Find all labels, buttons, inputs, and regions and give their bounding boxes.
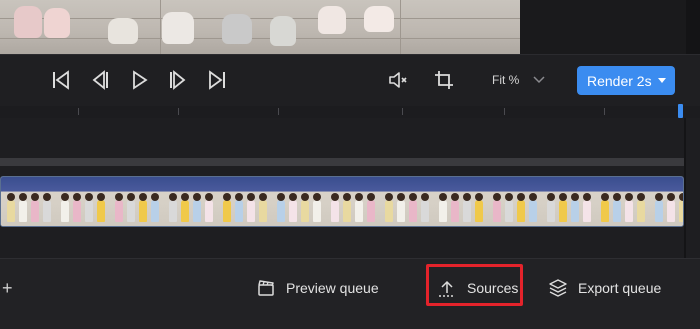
ruler-tick (604, 108, 605, 115)
preview-scroll-edge (686, 0, 700, 54)
ruler-tick (178, 108, 179, 115)
render-button-label: Render 2s (587, 72, 652, 89)
ruler-tick (402, 108, 403, 115)
preview-queue-label: Preview queue (286, 280, 379, 296)
step-forward-icon (170, 70, 186, 90)
ruler-tick (504, 108, 505, 115)
clapperboard-icon (258, 280, 274, 296)
add-button-label: + (2, 278, 13, 298)
clip-thumbnail (1, 177, 55, 226)
video-clip-track[interactable] (0, 176, 684, 227)
add-button[interactable]: + (2, 278, 13, 299)
clip-thumbnail (379, 177, 433, 226)
export-queue-button[interactable]: Export queue (548, 278, 661, 298)
clip-thumbnail (217, 177, 271, 226)
ruler-tick (78, 108, 79, 115)
step-back-button[interactable] (87, 67, 113, 93)
crop-button[interactable] (431, 67, 457, 93)
export-queue-label: Export queue (578, 280, 662, 296)
playhead-marker[interactable] (678, 104, 683, 118)
step-forward-button[interactable] (165, 67, 191, 93)
clip-thumbnail (163, 177, 217, 226)
chevron-down-icon[interactable] (532, 72, 546, 86)
timeline-ruler[interactable] (0, 106, 700, 118)
clip-thumbnail (433, 177, 487, 226)
clip-thumbnail (541, 177, 595, 226)
play-button[interactable] (126, 67, 152, 93)
zoom-fit-select[interactable]: Fit % (492, 73, 519, 87)
play-icon (133, 70, 148, 90)
skip-to-end-icon (209, 70, 225, 90)
timeline-scrollbar[interactable] (684, 118, 686, 258)
clip-thumbnail (109, 177, 163, 226)
clip-thumbnail (325, 177, 379, 226)
skip-to-end-button[interactable] (204, 67, 230, 93)
audio-track[interactable] (0, 158, 684, 166)
crop-icon (435, 71, 453, 89)
sources-highlight-box (426, 264, 523, 306)
skip-to-start-icon (53, 70, 69, 90)
clip-thumbnail (595, 177, 649, 226)
video-preview[interactable] (0, 0, 520, 54)
skip-to-start-button[interactable] (48, 67, 74, 93)
ruler-tick (278, 108, 279, 115)
speaker-muted-icon (389, 72, 407, 88)
clip-thumbnail (487, 177, 541, 226)
step-back-icon (92, 70, 108, 90)
layers-icon (549, 279, 567, 297)
mute-button[interactable] (385, 67, 411, 93)
caret-down-icon (658, 78, 666, 83)
clip-thumbnail (271, 177, 325, 226)
clip-thumbnail (55, 177, 109, 226)
clip-thumbnail (649, 177, 683, 226)
preview-queue-button[interactable]: Preview queue (256, 278, 379, 298)
render-button[interactable]: Render 2s (577, 66, 675, 95)
